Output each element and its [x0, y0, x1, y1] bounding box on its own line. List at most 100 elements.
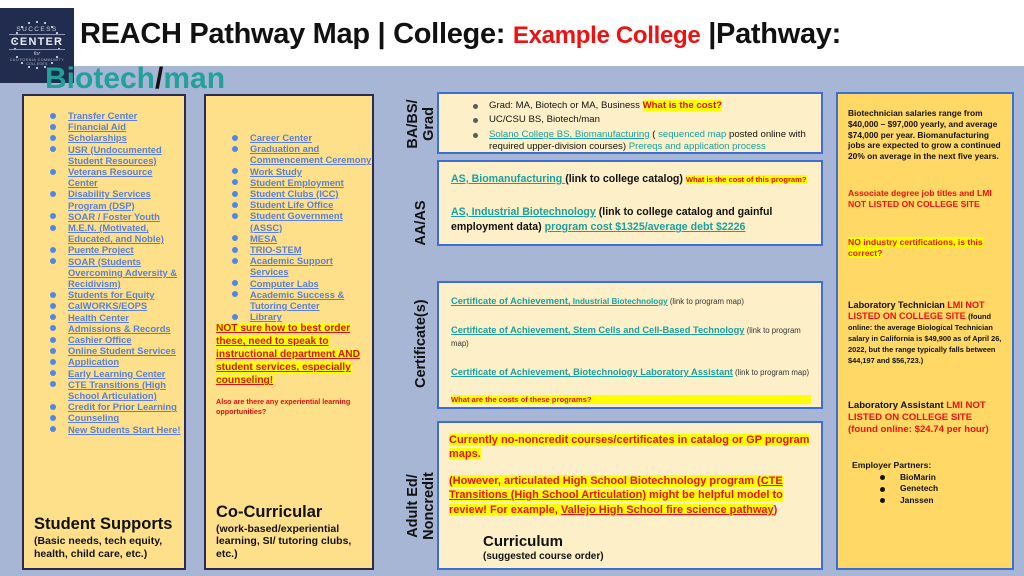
- student-support-link[interactable]: CTE Transitions (High School Articulatio…: [24, 379, 184, 401]
- certificates-list: Certificate of Achievement, Industrial B…: [451, 295, 811, 379]
- job2-title: Laboratory Assistant: [848, 399, 944, 411]
- adult-ed-noncredit-panel: Currently no-noncredit courses/certifica…: [437, 421, 823, 570]
- grad-degrees-text: Grad: MA, Biotech or MA, Business: [489, 100, 640, 111]
- student-support-link[interactable]: Veterans Resource Center: [24, 166, 184, 188]
- co-curricular-link[interactable]: Student Clubs (ICC): [206, 188, 372, 199]
- title-divider-2: |: [700, 18, 717, 50]
- co-curricular-title: Co-Curricular: [216, 502, 323, 521]
- co-curricular-subtitle: (work-based/experiential learning, SI/ t…: [216, 522, 352, 560]
- co-curricular-link[interactable]: Academic Support Services: [206, 255, 372, 277]
- adult-ed-para-1: Currently no-noncredit courses/certifica…: [449, 434, 810, 461]
- certificate-row: Certificate of Achievement, Biotechnolog…: [451, 366, 811, 379]
- student-support-link[interactable]: Application: [24, 356, 184, 367]
- employer-partners: Employer Partners: BioMarin Genetech Janss…: [852, 460, 938, 506]
- co-curricular-link[interactable]: MESA: [206, 233, 372, 244]
- student-support-link[interactable]: CalWORKS/EOPS: [24, 300, 184, 311]
- co-curricular-link[interactable]: Computer Labs: [206, 278, 372, 289]
- row-label-ba-bs-grad: BA/BS/ Grad: [405, 99, 437, 149]
- student-supports-title: Student Supports: [34, 515, 173, 533]
- certificate-link-sub[interactable]: Industrial Biotechnology: [571, 297, 668, 306]
- certificates-cost-question: What are the costs of these programs?: [451, 395, 811, 404]
- curriculum-subtitle: (suggested course order): [483, 551, 604, 562]
- list-item: UC/CSU BS, Biotech/man: [447, 114, 813, 126]
- job-laboratory-technician: Laboratory Technician LMI NOT LISTED ON …: [848, 300, 1002, 366]
- associate-degree-note: Associate degree job titles and LMI NOT …: [848, 187, 992, 210]
- industry-certifications-note: NO industry certifications, is this corr…: [848, 236, 983, 259]
- student-support-link[interactable]: Puente Project: [24, 244, 184, 255]
- student-support-link[interactable]: Financial Aid: [24, 121, 184, 132]
- certificate-link[interactable]: Certificate of Achievement, Stem Cells a…: [451, 325, 744, 335]
- employer-partner-item: Genetech: [872, 483, 938, 494]
- student-support-link[interactable]: SOAR (Students Overcoming Adversity & Re…: [24, 256, 184, 290]
- co-curricular-link[interactable]: Graduation and Commencement Ceremony: [206, 143, 372, 165]
- certificate-link[interactable]: Certificate of Achievement, Biotechnolog…: [451, 367, 733, 377]
- co-curricular-note-highlighted: NOT sure how to best order these, need t…: [216, 323, 360, 387]
- student-support-link[interactable]: M.E.N. (Motivated, Educated, and Noble): [24, 222, 184, 244]
- student-support-link[interactable]: SOAR / Foster Youth: [24, 211, 184, 222]
- as-biomanufacturing-link[interactable]: AS, Biomanufacturing: [451, 173, 565, 185]
- logo-line-for: for: [33, 50, 41, 57]
- prereqs-application-link[interactable]: Prereqs and application process: [629, 141, 766, 152]
- student-support-link[interactable]: Early Learning Center: [24, 368, 184, 379]
- pathway-name-part2: man: [163, 62, 226, 95]
- logo-line-success: SUCCESS: [16, 25, 58, 33]
- co-curricular-link[interactable]: Student Employment: [206, 177, 372, 188]
- as-biomanufacturing-row: AS, Biomanufacturing (link to college ca…: [451, 172, 811, 187]
- student-support-link[interactable]: Students for Equity: [24, 289, 184, 300]
- co-curricular-footer: Co-Curricular (work-based/experiential l…: [216, 503, 366, 561]
- aa-as-panel: AS, Biomanufacturing (link to college ca…: [437, 160, 823, 246]
- pathway-label: Pathway:: [716, 18, 841, 50]
- grad-cost-note: What is the cost?: [642, 100, 722, 111]
- co-curricular-link[interactable]: Student Government (ASSC): [206, 210, 372, 233]
- student-support-link[interactable]: Counseling: [24, 412, 184, 423]
- co-curricular-column: Career Center Graduation and Commencement…: [204, 94, 374, 570]
- co-curricular-note-small: Also are there any experiential learning…: [216, 397, 351, 416]
- student-support-link[interactable]: Scholarships: [24, 132, 184, 143]
- student-support-link[interactable]: Credit for Prior Learning: [24, 401, 184, 412]
- certificate-link[interactable]: Certificate of Achievement,: [451, 296, 571, 306]
- student-support-link[interactable]: Admissions & Records: [24, 323, 184, 334]
- ba-bs-grad-panel: Grad: MA, Biotech or MA, Business What i…: [437, 92, 823, 154]
- student-support-link[interactable]: USR (Undocumented Student Resources): [24, 144, 184, 166]
- student-support-link[interactable]: Health Center: [24, 312, 184, 323]
- employer-partner-item: Janssen: [872, 495, 938, 506]
- student-supports-list: Transfer Center Financial Aid Scholarships…: [24, 110, 184, 435]
- co-curricular-link[interactable]: TRIO-STEM: [206, 244, 372, 255]
- program-cost-link[interactable]: program cost $1325/average debt $2226: [545, 221, 746, 233]
- co-curricular-link[interactable]: Work Study: [206, 166, 372, 177]
- co-curricular-link[interactable]: Career Center: [206, 132, 372, 143]
- as-industrial-biotech-link[interactable]: AS, Industrial Biotechnology: [451, 206, 596, 218]
- certificate-row: Certificate of Achievement, Industrial B…: [451, 295, 811, 308]
- co-curricular-link[interactable]: Academic Success & Tutoring Center: [206, 289, 372, 311]
- ba-bs-grad-list: Grad: MA, Biotech or MA, Business What i…: [447, 100, 813, 152]
- co-curricular-link[interactable]: Student Life Office: [206, 199, 372, 210]
- page-title-main: REACH Pathway Map: [80, 18, 378, 50]
- title-divider-1: |: [377, 18, 394, 50]
- as-biomanufacturing-cost-question: What is the cost of this program?: [685, 175, 807, 184]
- co-curricular-list: Career Center Graduation and Commencement…: [206, 132, 372, 322]
- certificate-note: (link to program map): [667, 297, 744, 306]
- student-support-link[interactable]: Disability Services Program (DSP): [24, 188, 184, 211]
- student-support-link[interactable]: New Students Start Here!: [24, 424, 184, 435]
- page-title: REACH Pathway Map | College: Example Col…: [80, 18, 841, 51]
- student-support-link[interactable]: Transfer Center: [24, 110, 184, 121]
- as-industrial-biotech-row: AS, Industrial Biotechnology (link to co…: [451, 205, 811, 235]
- uc-csu-text: UC/CSU BS, Biotech/man: [489, 114, 600, 126]
- row-label-adult-ed: Adult Ed/ Noncredit: [405, 472, 437, 540]
- row-label-aa-as: AA/AS: [413, 200, 429, 246]
- student-support-link[interactable]: Cashier Office: [24, 334, 184, 345]
- sequenced-map-link[interactable]: sequenced map: [658, 129, 726, 140]
- list-item: Grad: MA, Biotech or MA, Business What i…: [447, 100, 813, 112]
- adult-ed-para-2: (However, articulated High School Biotec…: [449, 474, 811, 517]
- student-supports-column: Transfer Center Financial Aid Scholarships…: [22, 94, 186, 570]
- student-support-link[interactable]: Online Student Services: [24, 345, 184, 356]
- certificate-note: (link to program map): [732, 368, 810, 377]
- solano-bs-link[interactable]: Solano College BS, Biomanufacturing: [489, 129, 650, 140]
- row-label-certificates: Certificate(s): [413, 299, 429, 388]
- co-curricular-link[interactable]: Library: [206, 311, 372, 322]
- employer-partners-heading: Employer Partners:: [852, 459, 932, 470]
- vallejo-hs-link[interactable]: Vallejo High School fire science pathway: [561, 504, 774, 516]
- certificate-row: Certificate of Achievement, Stem Cells a…: [451, 324, 811, 350]
- adult-ed-para2-c: ): [773, 503, 778, 516]
- solano-open-paren: (: [649, 128, 659, 140]
